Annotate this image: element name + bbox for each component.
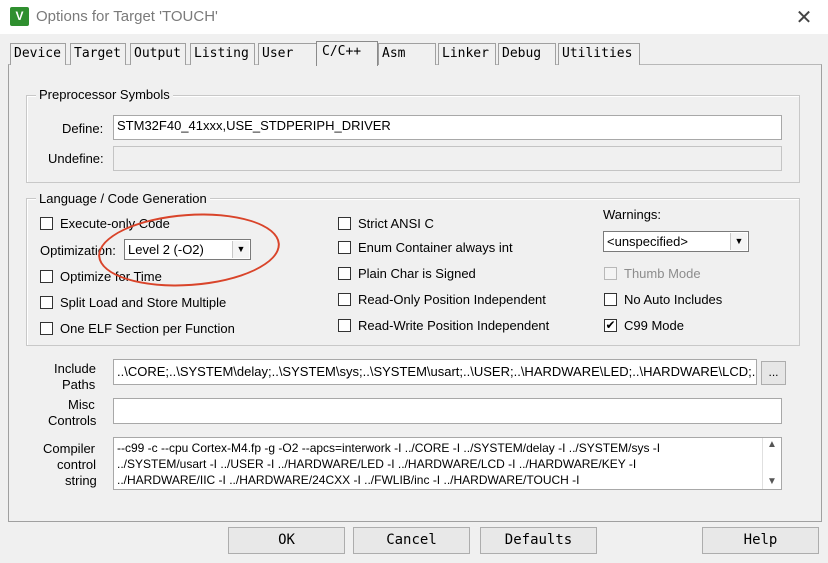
rw-pi-label: Read-Write Position Independent xyxy=(358,318,550,333)
undefine-input[interactable] xyxy=(113,146,782,171)
compiler-label-line3: string xyxy=(65,473,97,488)
tab-linker[interactable]: Linker xyxy=(438,43,496,65)
scroll-up-icon[interactable]: ▲ xyxy=(763,438,781,452)
optimization-value: Level 2 (-O2) xyxy=(128,242,204,257)
enum-container-checkbox[interactable] xyxy=(338,241,351,254)
misc-controls-label-line2: Controls xyxy=(48,413,97,428)
c99-mode-checkbox[interactable]: ✔ xyxy=(604,319,617,332)
one-elf-checkbox[interactable] xyxy=(40,322,53,335)
chevron-down-icon: ▼ xyxy=(730,233,747,250)
compiler-string-line: --c99 -c --cpu Cortex-M4.fp -g -O2 --apc… xyxy=(117,441,661,455)
execute-only-checkbox[interactable] xyxy=(40,217,53,230)
tab-utilities[interactable]: Utilities xyxy=(558,43,640,65)
preprocessor-group-label: Preprocessor Symbols xyxy=(36,87,173,102)
warnings-select[interactable]: <unspecified> ▼ xyxy=(603,231,749,252)
compiler-string-scrollbar[interactable]: ▲ ▼ xyxy=(762,438,781,489)
browse-include-button[interactable]: ... xyxy=(761,361,786,385)
close-button[interactable]: ✕ xyxy=(790,4,818,30)
execute-only-label: Execute-only Code xyxy=(60,216,170,231)
misc-controls-input[interactable] xyxy=(113,398,782,424)
enum-container-label: Enum Container always int xyxy=(358,240,513,255)
include-paths-label-line2: Paths xyxy=(62,377,96,392)
compiler-string-line: ../SYSTEM/usart -I ../USER -I ../HARDWAR… xyxy=(117,457,637,471)
plain-char-checkbox[interactable] xyxy=(338,267,351,280)
compiler-string-line: ../HARDWARE/IIC -I ../HARDWARE/24CXX -I … xyxy=(117,473,580,487)
include-paths-input[interactable]: ..\CORE;..\SYSTEM\delay;..\SYSTEM\sys;..… xyxy=(113,359,757,385)
scroll-down-icon[interactable]: ▼ xyxy=(763,475,781,489)
optimize-time-label: Optimize for Time xyxy=(60,269,162,284)
optimize-time-checkbox[interactable] xyxy=(40,270,53,283)
tab-debug[interactable]: Debug xyxy=(498,43,556,65)
tab-c-cpp[interactable]: C/C++ xyxy=(316,41,378,66)
tab-asm[interactable]: Asm xyxy=(378,43,436,65)
ok-button[interactable]: OK xyxy=(228,527,345,554)
checkmark-icon: ✔ xyxy=(605,318,616,332)
compiler-label-line2: control xyxy=(57,457,97,472)
tab-target[interactable]: Target xyxy=(70,43,126,65)
compiler-string-textarea[interactable]: --c99 -c --cpu Cortex-M4.fp -g -O2 --apc… xyxy=(113,437,782,490)
c99-mode-label: C99 Mode xyxy=(624,318,684,333)
optimization-label: Optimization: xyxy=(40,243,116,258)
split-load-checkbox[interactable] xyxy=(40,296,53,309)
ro-pi-label: Read-Only Position Independent xyxy=(358,292,546,307)
cancel-button[interactable]: Cancel xyxy=(353,527,470,554)
warnings-value: <unspecified> xyxy=(607,234,688,249)
define-input[interactable]: STM32F40_41xxx,USE_STDPERIPH_DRIVER xyxy=(113,115,782,140)
tab-device[interactable]: Device xyxy=(10,43,66,65)
split-load-label: Split Load and Store Multiple xyxy=(60,295,227,310)
no-auto-includes-checkbox[interactable] xyxy=(604,293,617,306)
tab-user[interactable]: User xyxy=(258,43,318,65)
plain-char-label: Plain Char is Signed xyxy=(358,266,476,281)
include-paths-label-line1: Include xyxy=(54,361,96,376)
strict-ansi-label: Strict ANSI C xyxy=(358,216,434,231)
keil-uvision-icon: V xyxy=(10,7,29,26)
no-auto-includes-label: No Auto Includes xyxy=(624,292,723,307)
undefine-label: Undefine: xyxy=(48,151,104,166)
misc-controls-label-line1: Misc xyxy=(68,397,95,412)
one-elf-label: One ELF Section per Function xyxy=(60,321,235,336)
optimization-select[interactable]: Level 2 (-O2) ▼ xyxy=(124,239,251,260)
rw-pi-checkbox[interactable] xyxy=(338,319,351,332)
thumb-mode-label: Thumb Mode xyxy=(624,266,701,281)
defaults-button[interactable]: Defaults xyxy=(480,527,597,554)
chevron-down-icon: ▼ xyxy=(232,241,249,258)
help-button[interactable]: Help xyxy=(702,527,819,554)
tab-listing[interactable]: Listing xyxy=(190,43,255,65)
tab-output[interactable]: Output xyxy=(130,43,186,65)
window-title: Options for Target 'TOUCH' xyxy=(36,8,218,25)
codegen-group-label: Language / Code Generation xyxy=(36,191,210,206)
compiler-label-line1: Compiler xyxy=(43,441,96,456)
ro-pi-checkbox[interactable] xyxy=(338,293,351,306)
strict-ansi-checkbox[interactable] xyxy=(338,217,351,230)
thumb-mode-checkbox[interactable] xyxy=(604,267,617,280)
define-label: Define: xyxy=(62,121,104,136)
warnings-label: Warnings: xyxy=(603,207,662,222)
